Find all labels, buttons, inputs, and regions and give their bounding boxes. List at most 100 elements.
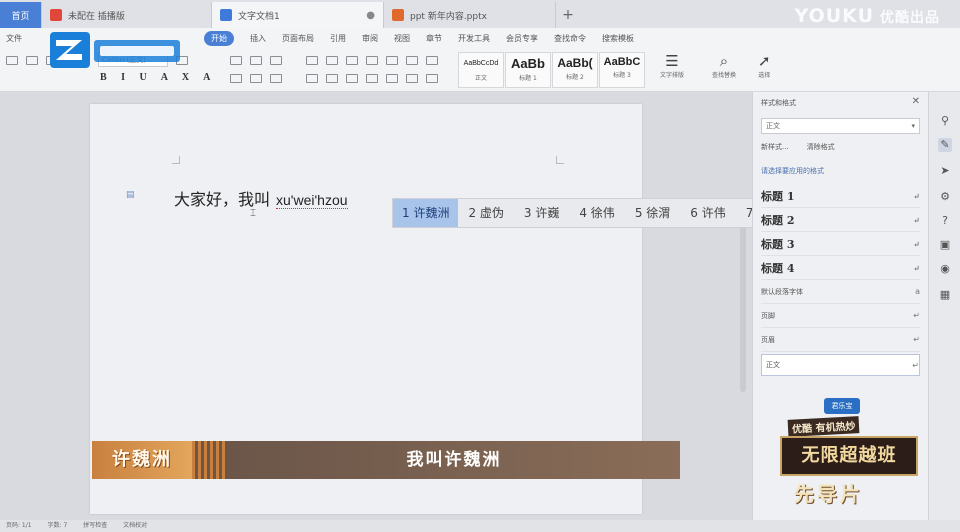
style-list-item[interactable]: 标题 4 ↵ — [761, 256, 920, 280]
menu-references[interactable]: 引用 — [330, 33, 346, 44]
align-left-icon[interactable] — [306, 74, 318, 83]
proofread-button[interactable]: 文档校对 — [123, 522, 147, 529]
sponsor-badge: 君乐宝 — [824, 398, 860, 414]
select-button[interactable]: ➚ 选择 — [758, 52, 771, 79]
document-line[interactable]: 大家好，我叫 xu'wei'hzou — [174, 186, 348, 210]
new-style-button[interactable]: 新样式... — [761, 142, 789, 152]
borders-icon[interactable] — [426, 74, 438, 83]
return-icon: ↵ — [913, 262, 920, 273]
tool-label: 文字排版 — [660, 72, 685, 79]
ppt-icon — [392, 9, 404, 21]
text-layout-button[interactable]: ☰ 文字排版 — [660, 52, 684, 79]
vertical-scrollbar[interactable] — [740, 202, 746, 392]
clear-format-icon[interactable] — [270, 56, 282, 65]
promo-line: 优酷 有机热炒 — [787, 416, 860, 437]
find-replace-button[interactable]: ⌕ 查找替换 — [712, 52, 736, 79]
style-heading-2[interactable]: AaBb( 标题 2 — [552, 52, 598, 88]
grow-font-icon[interactable] — [230, 56, 242, 65]
style-item-label: 标题 3 — [761, 237, 795, 251]
highlight-icon[interactable] — [230, 74, 242, 83]
return-icon: ↵ — [913, 190, 920, 201]
styles-pane-header: 样式和格式 ✕ — [753, 92, 928, 112]
shrink-font-icon[interactable] — [250, 56, 262, 65]
menu-vip[interactable]: 会员专享 — [506, 33, 538, 44]
new-tab-plus-icon[interactable]: + — [556, 2, 580, 28]
bold-italic-underline-group[interactable]: B I U A X A — [100, 72, 216, 83]
style-list-item[interactable]: 标题 3 ↵ — [761, 232, 920, 256]
indent-decrease-icon[interactable] — [346, 56, 358, 65]
style-heading-1[interactable]: AaBb 标题 1 — [505, 52, 551, 88]
style-list-item[interactable]: 页眉 ↵ — [761, 328, 920, 352]
menu-view[interactable]: 视图 — [394, 33, 410, 44]
current-style-select[interactable]: 正文 ▾ — [761, 118, 920, 134]
return-icon: ↵ — [913, 214, 920, 225]
numbering-icon[interactable] — [326, 56, 338, 65]
pin-icon[interactable]: ⚲ — [938, 114, 952, 128]
style-label: 标题 2 — [566, 74, 584, 81]
caption-name: 许魏洲 — [92, 441, 192, 479]
tab-ppt[interactable]: ppt 新年内容.pptx — [384, 2, 556, 28]
ime-candidate[interactable]: 4 徐伟 — [569, 199, 624, 227]
pen-icon[interactable]: ✎ — [938, 138, 952, 152]
mouse-cursor-icon: ⌶ — [250, 208, 256, 219]
menu-search-template[interactable]: 搜索模板 — [602, 33, 634, 44]
ime-candidate[interactable]: 5 徐渭 — [625, 199, 680, 227]
menu-find-command[interactable]: 查找命令 — [554, 33, 586, 44]
font-color-icon[interactable] — [250, 74, 262, 83]
menu-devtools[interactable]: 开发工具 — [458, 33, 490, 44]
style-list-item[interactable]: 标题 2 ↵ — [761, 208, 920, 232]
tab-home[interactable]: 首页 — [0, 2, 42, 28]
shading-icon[interactable] — [406, 74, 418, 83]
style-item-label: 标题 4 — [761, 261, 795, 275]
style-list-item[interactable]: 页脚 ↵ — [761, 304, 920, 328]
styles-hint: 请选择要应用的格式 — [761, 167, 824, 175]
show-subtitle: 先导片 — [794, 482, 863, 506]
bullets-icon[interactable] — [306, 56, 318, 65]
sort-icon[interactable] — [386, 56, 398, 65]
tab-label: 首页 — [11, 11, 30, 22]
ime-candidate[interactable]: 6 许伟 — [680, 199, 735, 227]
style-item-label: 标题 1 — [761, 189, 795, 203]
tab-doc-active[interactable]: 文字文档1 ● — [212, 2, 384, 28]
tab-close-dot-icon[interactable]: ● — [366, 10, 375, 21]
menu-review[interactable]: 审阅 — [362, 33, 378, 44]
indent-increase-icon[interactable] — [366, 56, 378, 65]
align-right-icon[interactable] — [346, 74, 358, 83]
menu-layout[interactable]: 页面布局 — [282, 33, 314, 44]
menu-file[interactable]: 文件 — [6, 33, 22, 44]
justify-icon[interactable] — [366, 74, 378, 83]
paste-icon[interactable] — [6, 56, 18, 65]
grid-icon[interactable] — [426, 56, 438, 65]
settings-icon[interactable]: ⚙ — [938, 190, 952, 204]
ime-candidate[interactable]: 2 虚伪 — [458, 199, 513, 227]
style-normal[interactable]: AaBbCcDd 正文 — [458, 52, 504, 88]
ime-candidate[interactable]: 3 许巍 — [514, 199, 569, 227]
location-icon[interactable]: ◉ — [938, 262, 952, 276]
image-icon[interactable]: ▣ — [938, 238, 952, 252]
cut-icon[interactable] — [26, 56, 38, 65]
side-rail: ⚲ ✎ ➤ ⚙ ? ▣ ◉ ▦ — [928, 92, 960, 520]
close-icon[interactable]: ✕ — [912, 96, 920, 107]
align-center-icon[interactable] — [326, 74, 338, 83]
style-item-label: 页眉 — [761, 335, 775, 344]
show-marks-icon[interactable] — [406, 56, 418, 65]
ime-candidate[interactable]: 1 许魏洲 — [393, 199, 459, 227]
style-list-item-selected[interactable]: 正文 ↵ — [761, 354, 920, 376]
spell-check-button[interactable]: 拼写检查 — [83, 522, 107, 529]
style-list-item[interactable]: 默认段落字体 a — [761, 280, 920, 304]
style-list-item[interactable]: 标题 1 ↵ — [761, 184, 920, 208]
menu-chapter[interactable]: 章节 — [426, 33, 442, 44]
margin-corner — [172, 156, 180, 164]
char-border-icon[interactable] — [270, 74, 282, 83]
clear-format-button[interactable]: 清除格式 — [807, 142, 835, 152]
help-icon[interactable]: ? — [938, 214, 952, 228]
tab-doc-1[interactable]: 未配在 插播版 — [42, 2, 212, 28]
cursor-icon[interactable]: ➤ — [938, 164, 952, 178]
line-spacing-icon[interactable] — [386, 74, 398, 83]
menu-insert[interactable]: 插入 — [250, 33, 266, 44]
book-icon[interactable]: ▦ — [938, 288, 952, 302]
style-heading-3[interactable]: AaBbC 标题 3 — [599, 52, 645, 88]
tab-label: ppt 新年内容.pptx — [410, 11, 487, 22]
paragraph-handle-icon[interactable]: ▤ — [126, 190, 135, 200]
menu-home[interactable]: 开始 — [204, 30, 234, 46]
